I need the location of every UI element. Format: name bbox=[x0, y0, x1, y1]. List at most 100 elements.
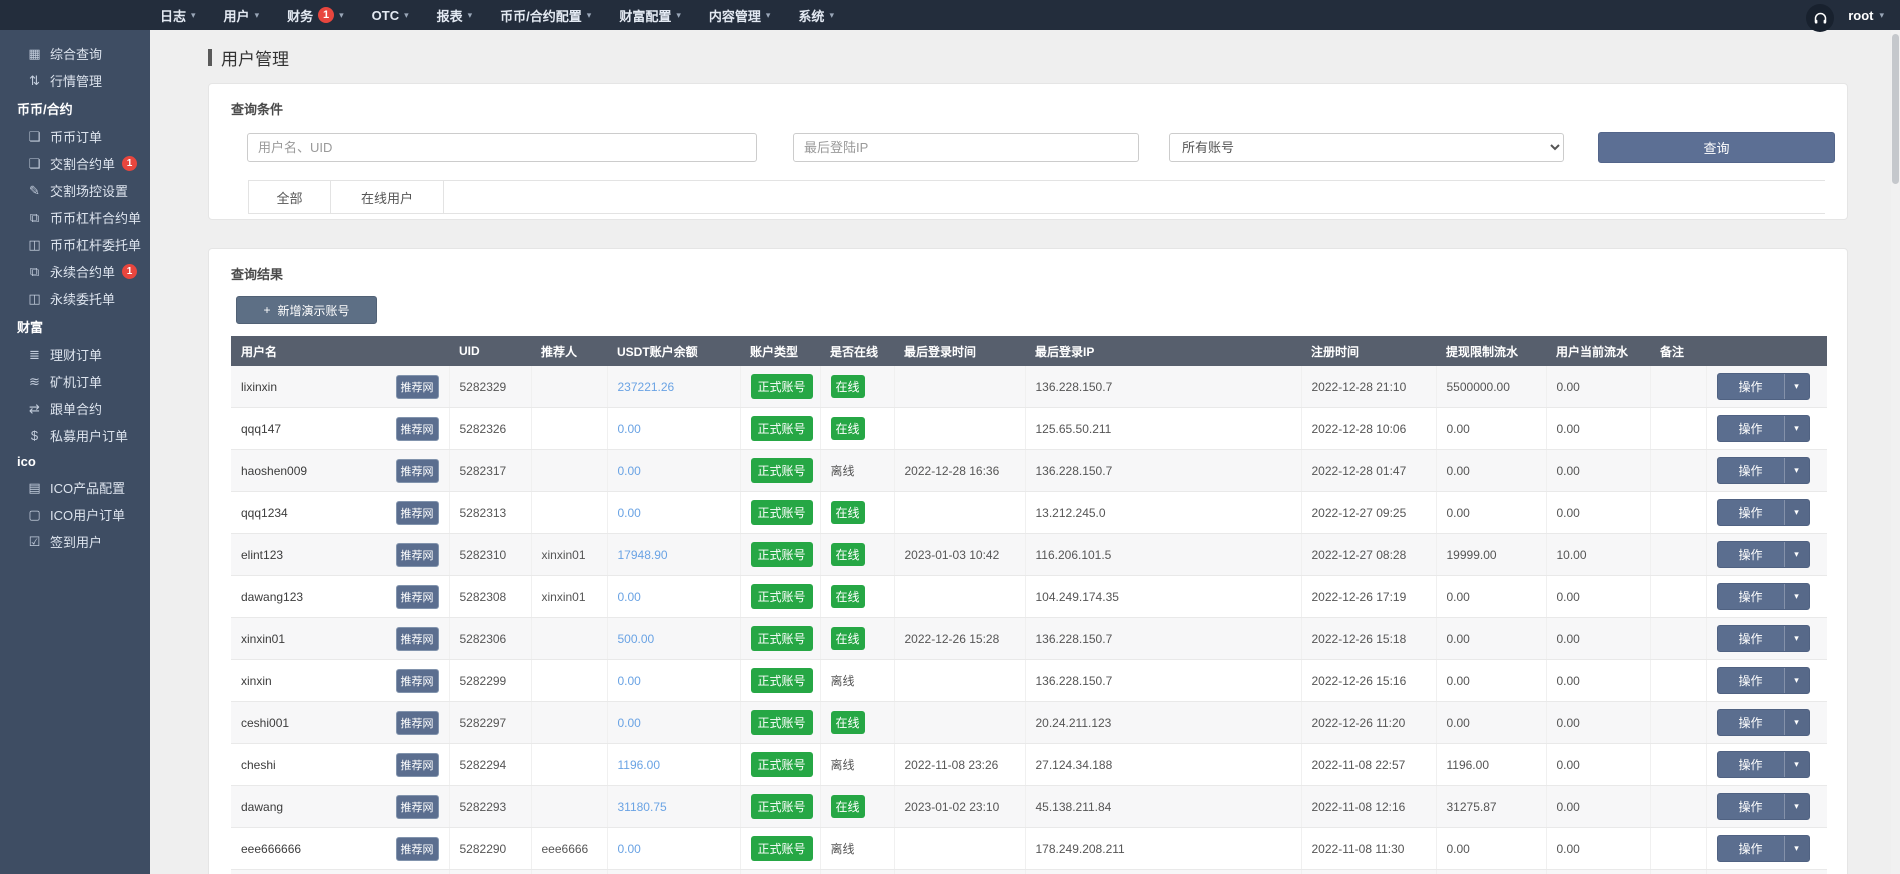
tab-1[interactable]: 在线用户 bbox=[330, 181, 444, 213]
usdt-balance-link[interactable]: 237221.26 bbox=[618, 380, 675, 394]
chevron-down-icon[interactable]: ▾ bbox=[1784, 416, 1809, 441]
nav-item-3[interactable]: OTC▾ bbox=[372, 8, 409, 23]
row-action-button[interactable]: 操作▾ bbox=[1717, 793, 1810, 820]
row-action-button[interactable]: 操作▾ bbox=[1717, 415, 1810, 442]
current-flow-cell: 0.00 bbox=[1546, 660, 1650, 702]
online-badge: 在线 bbox=[831, 543, 865, 566]
row-action-button[interactable]: 操作▾ bbox=[1717, 667, 1810, 694]
row-action-button[interactable]: 操作▾ bbox=[1717, 625, 1810, 652]
sidebar-item-label: ICO用户订单 bbox=[50, 505, 125, 524]
nav-item-5[interactable]: 币币/合约配置▾ bbox=[500, 6, 591, 25]
finance-order-icon: ≣ bbox=[27, 347, 42, 363]
sidebar-item[interactable]: ☑签到用户 bbox=[0, 528, 150, 555]
row-action-button[interactable]: 操作▾ bbox=[1717, 583, 1810, 610]
username: haoshen009 bbox=[241, 464, 307, 478]
sidebar-item[interactable]: ⇄跟单合约 bbox=[0, 395, 150, 422]
sidebar-item[interactable]: ◫币币杠杆委托单 bbox=[0, 231, 150, 258]
support-avatar-button[interactable] bbox=[1806, 4, 1834, 32]
nav-item-1[interactable]: 用户▾ bbox=[224, 6, 260, 25]
referrer-cell bbox=[531, 660, 607, 702]
chevron-down-icon[interactable]: ▾ bbox=[1784, 458, 1809, 483]
usdt-balance-link[interactable]: 0.00 bbox=[618, 842, 641, 856]
action-label: 操作 bbox=[1718, 752, 1784, 777]
referrer-badge: 推荐网 bbox=[396, 501, 439, 525]
chevron-down-icon[interactable]: ▾ bbox=[1784, 542, 1809, 567]
add-demo-account-button[interactable]: + 新增演示账号 bbox=[236, 296, 377, 324]
sidebar-item[interactable]: ❏交割合约单1 bbox=[0, 150, 150, 177]
usdt-balance-link[interactable]: 0.00 bbox=[618, 590, 641, 604]
account-type-select[interactable]: 所有账号 bbox=[1169, 133, 1564, 162]
nav-item-2[interactable]: 财务1▾ bbox=[287, 6, 344, 25]
search-button[interactable]: 查询 bbox=[1598, 132, 1835, 163]
table-row: cheshi推荐网52822941196.00正式账号离线2022-11-08 … bbox=[231, 744, 1827, 786]
usdt-balance-link[interactable]: 1196.00 bbox=[618, 758, 661, 772]
usdt-balance-link[interactable]: 0.00 bbox=[618, 506, 641, 520]
row-action-button[interactable]: 操作▾ bbox=[1717, 835, 1810, 862]
row-action-button[interactable]: 操作▾ bbox=[1717, 457, 1810, 484]
sidebar-item[interactable]: ▤ICO产品配置 bbox=[0, 474, 150, 501]
column-header: USDT账户余额 bbox=[607, 336, 740, 366]
nav-item-7[interactable]: 内容管理▾ bbox=[709, 6, 771, 25]
column-header: 最后登录IP bbox=[1025, 336, 1301, 366]
action-label: 操作 bbox=[1718, 836, 1784, 861]
uid-cell: 5282297 bbox=[449, 702, 531, 744]
sidebar-item[interactable]: ▢ICO用户订单 bbox=[0, 501, 150, 528]
sidebar-item-label: 综合查询 bbox=[50, 44, 102, 63]
nav-item-6[interactable]: 财富配置▾ bbox=[619, 6, 681, 25]
chevron-down-icon[interactable]: ▾ bbox=[1784, 374, 1809, 399]
chevron-down-icon[interactable]: ▾ bbox=[1784, 668, 1809, 693]
page-scrollbar[interactable] bbox=[1891, 30, 1900, 874]
sidebar-item[interactable]: $私募用户订单 bbox=[0, 422, 150, 449]
sidebar-item[interactable]: ≋矿机订单 bbox=[0, 368, 150, 395]
usdt-balance-link[interactable]: 500.00 bbox=[618, 632, 655, 646]
chevron-down-icon[interactable]: ▾ bbox=[1784, 584, 1809, 609]
last-login-ip-cell: 136.228.150.7 bbox=[1025, 366, 1301, 408]
row-action-button[interactable]: 操作▾ bbox=[1717, 373, 1810, 400]
usdt-balance-link[interactable]: 17948.90 bbox=[618, 548, 668, 562]
tab-0[interactable]: 全部 bbox=[248, 181, 331, 213]
row-action-button[interactable]: 操作▾ bbox=[1717, 751, 1810, 778]
usdt-balance-link[interactable]: 0.00 bbox=[618, 674, 641, 688]
username-uid-input[interactable] bbox=[247, 133, 757, 162]
usdt-balance-link[interactable]: 0.00 bbox=[618, 716, 641, 730]
online-badge: 在线 bbox=[831, 417, 865, 440]
chevron-down-icon[interactable]: ▾ bbox=[1784, 836, 1809, 861]
last-login-ip-cell: 136.228.150.7 bbox=[1025, 450, 1301, 492]
nav-item-label: 财富配置 bbox=[619, 6, 671, 25]
row-action-button[interactable]: 操作▾ bbox=[1717, 541, 1810, 568]
usdt-balance-link[interactable]: 0.00 bbox=[618, 464, 641, 478]
chevron-down-icon: ▾ bbox=[255, 11, 260, 20]
sidebar-item[interactable]: ⇅行情管理 bbox=[0, 67, 150, 94]
register-time-cell: 2022-12-28 01:47 bbox=[1301, 450, 1436, 492]
sidebar-item[interactable]: ❏币币订单 bbox=[0, 123, 150, 150]
nav-item-0[interactable]: 日志▾ bbox=[160, 6, 196, 25]
row-action-button[interactable]: 操作▾ bbox=[1717, 499, 1810, 526]
chevron-down-icon[interactable]: ▾ bbox=[1784, 500, 1809, 525]
usdt-balance-link[interactable]: 31180.75 bbox=[618, 800, 667, 814]
chevron-down-icon[interactable]: ▾ bbox=[1784, 626, 1809, 651]
table-row: eee6666推荐网528228790114.48正式账号离线2022-11-0… bbox=[231, 870, 1827, 874]
sidebar-item[interactable]: ≣理财订单 bbox=[0, 341, 150, 368]
nav-item-8[interactable]: 系统▾ bbox=[798, 6, 834, 25]
last-login-time-cell: 2023-01-03 10:42 bbox=[894, 534, 1025, 576]
sidebar-item[interactable]: ◫永续委托单 bbox=[0, 285, 150, 312]
user-menu[interactable]: root ▾ bbox=[1848, 8, 1884, 23]
page-title: 用户管理 bbox=[208, 45, 1848, 70]
chevron-down-icon[interactable]: ▾ bbox=[1784, 794, 1809, 819]
sidebar-item[interactable]: ✎交割场控设置 bbox=[0, 177, 150, 204]
nav-item-4[interactable]: 报表▾ bbox=[437, 6, 473, 25]
last-login-ip-input[interactable] bbox=[793, 133, 1139, 162]
sidebar-item[interactable]: ⧉币币杠杆合约单 bbox=[0, 204, 150, 231]
sidebar-item[interactable]: ⧉永续合约单1 bbox=[0, 258, 150, 285]
nav-menu: 日志▾用户▾财务1▾OTC▾报表▾币币/合约配置▾财富配置▾内容管理▾系统▾ bbox=[160, 6, 862, 25]
chevron-down-icon: ▾ bbox=[191, 11, 196, 20]
row-action-button[interactable]: 操作▾ bbox=[1717, 709, 1810, 736]
usdt-balance-link[interactable]: 0.00 bbox=[618, 422, 641, 436]
sidebar-item[interactable]: ▦综合查询 bbox=[0, 40, 150, 67]
table-row: xinxin推荐网52822990.00正式账号离线136.228.150.72… bbox=[231, 660, 1827, 702]
chevron-down-icon[interactable]: ▾ bbox=[1784, 752, 1809, 777]
remark-cell bbox=[1650, 828, 1706, 870]
scrollbar-thumb[interactable] bbox=[1892, 34, 1899, 184]
current-flow-cell: 0.00 bbox=[1546, 618, 1650, 660]
chevron-down-icon[interactable]: ▾ bbox=[1784, 710, 1809, 735]
